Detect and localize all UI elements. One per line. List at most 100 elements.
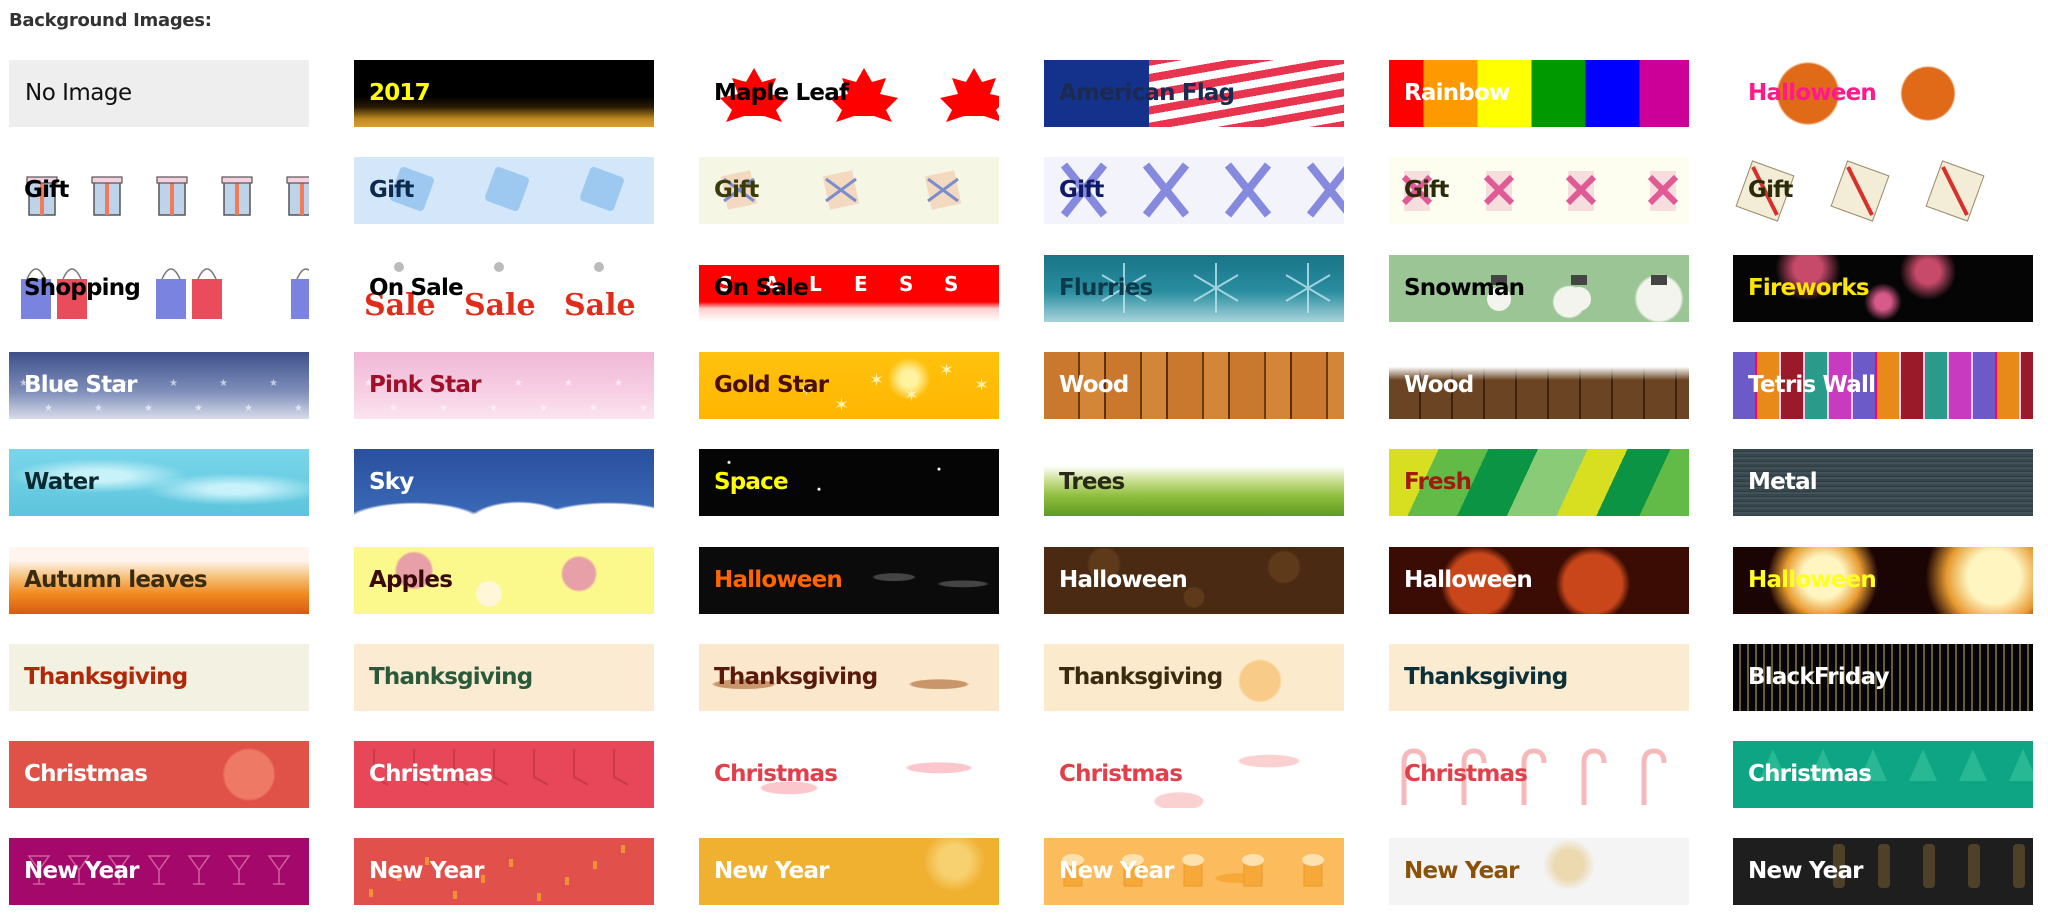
background-option-blackfriday[interactable]: BlackFriday <box>1733 644 2033 711</box>
background-option-label: Rainbow <box>1404 80 1510 106</box>
background-option-label: Gift <box>24 177 69 203</box>
background-option-label: Thanksgiving <box>1404 664 1568 690</box>
background-option-gift[interactable]: Gift <box>354 157 654 224</box>
background-option-snowman[interactable]: Snowman <box>1389 255 1689 322</box>
background-option-label: Water <box>24 469 99 495</box>
background-option-new-year[interactable]: New Year <box>1733 838 2033 905</box>
background-option-halloween[interactable]: Halloween <box>699 547 999 614</box>
background-option-label: Gold Star <box>714 372 829 398</box>
background-option-label: Blue Star <box>24 372 137 398</box>
background-option-label: Halloween <box>1059 567 1188 593</box>
background-option-label: New Year <box>714 858 830 884</box>
background-option-label: Thanksgiving <box>1059 664 1223 690</box>
background-option-on-sale[interactable]: Sale Sale Sale On Sale <box>354 255 654 322</box>
background-option-2017[interactable]: 2017 <box>354 60 654 127</box>
background-option-thanksgiving[interactable]: Thanksgiving <box>354 644 654 711</box>
background-option-trees[interactable]: Trees <box>1044 449 1344 516</box>
background-option-fresh[interactable]: Fresh <box>1389 449 1689 516</box>
background-option-halloween[interactable]: Halloween <box>1733 547 2033 614</box>
background-option-label: Thanksgiving <box>24 664 188 690</box>
background-option-thanksgiving[interactable]: Thanksgiving <box>9 644 309 711</box>
background-option-sky[interactable]: Sky <box>354 449 654 516</box>
background-option-label: Halloween <box>714 567 843 593</box>
background-option-label: Fresh <box>1404 469 1472 495</box>
background-option-label: Metal <box>1748 469 1818 495</box>
background-option-label: Snowman <box>1404 275 1525 301</box>
background-option-label: On Sale <box>369 275 464 301</box>
background-option-wood[interactable]: Wood <box>1044 352 1344 419</box>
background-option-label: Shopping <box>24 275 141 301</box>
background-option-christmas[interactable]: Christmas <box>9 741 309 808</box>
background-option-thanksgiving[interactable]: Thanksgiving <box>1389 644 1689 711</box>
background-option-label: Flurries <box>1059 275 1153 301</box>
background-option-flurries[interactable]: Flurries <box>1044 255 1344 322</box>
background-option-label: Fireworks <box>1748 275 1870 301</box>
background-option-label: Wood <box>1404 372 1474 398</box>
background-option-tetris-wall[interactable]: Tetris Wall <box>1733 352 2033 419</box>
background-option-label: Halloween <box>1748 80 1877 106</box>
background-option-label: Halloween <box>1404 567 1533 593</box>
background-option-label: Christmas <box>1404 761 1528 787</box>
background-option-water[interactable]: Water <box>9 449 309 516</box>
background-option-apples[interactable]: Apples <box>354 547 654 614</box>
background-option-label: Space <box>714 469 789 495</box>
background-option-thanksgiving[interactable]: Thanksgiving <box>1044 644 1344 711</box>
background-option-rainbow[interactable]: Rainbow <box>1389 60 1689 127</box>
background-option-american-flag[interactable]: American Flag <box>1044 60 1344 127</box>
background-option-label: Gift <box>714 177 759 203</box>
background-option-christmas[interactable]: Christmas <box>1733 741 2033 808</box>
background-option-gold-star[interactable]: ✶ ✶ ✶ ✶ ✶ ✶ Gold Star <box>699 352 999 419</box>
background-option-no-image[interactable]: No Image <box>9 60 309 127</box>
background-option-label: No Image <box>25 80 132 106</box>
background-option-christmas[interactable]: Christmas <box>1389 741 1689 808</box>
background-option-label: Christmas <box>1059 761 1183 787</box>
background-option-gift[interactable]: Gift <box>9 157 309 224</box>
background-option-halloween[interactable]: Halloween <box>1044 547 1344 614</box>
background-option-label: Gift <box>369 177 414 203</box>
background-option-new-year[interactable]: New Year <box>1044 838 1344 905</box>
background-option-new-year[interactable]: New Year <box>9 838 309 905</box>
background-option-metal[interactable]: Metal <box>1733 449 2033 516</box>
background-option-label: American Flag <box>1059 80 1235 106</box>
background-image-grid: No Image 2017 Maple Leaf American Flag Rainb… <box>0 0 2048 914</box>
background-option-gift[interactable]: Gift <box>1733 157 2033 224</box>
background-option-wood[interactable]: Wood <box>1389 352 1689 419</box>
background-option-christmas[interactable]: Christmas <box>354 741 654 808</box>
background-option-halloween[interactable]: Halloween <box>1389 547 1689 614</box>
background-option-shopping[interactable]: Shopping <box>9 255 309 322</box>
background-option-label: BlackFriday <box>1748 664 1890 690</box>
background-option-label: Wood <box>1059 372 1129 398</box>
background-option-space[interactable]: Space <box>699 449 999 516</box>
background-option-label: Christmas <box>369 761 493 787</box>
background-option-blue-star[interactable]: ★ ★ ★ ★ ★ ★ ★ ★ ★ ★ ★ ★ Blue Star <box>9 352 309 419</box>
background-option-label: Thanksgiving <box>369 664 533 690</box>
background-option-on-sale[interactable]: S A L E S S On Sale <box>699 255 999 322</box>
background-option-label: New Year <box>1059 858 1175 884</box>
background-option-label: Trees <box>1059 469 1125 495</box>
background-option-gift[interactable]: Gift <box>699 157 999 224</box>
background-option-halloween[interactable]: Halloween <box>1733 60 2033 127</box>
background-option-new-year[interactable]: New Year <box>699 838 999 905</box>
background-option-autumn-leaves[interactable]: Autumn leaves <box>9 547 309 614</box>
background-option-label: New Year <box>1404 858 1520 884</box>
background-option-label: Gift <box>1748 177 1793 203</box>
background-option-fireworks[interactable]: Fireworks <box>1733 255 2033 322</box>
background-option-label: Maple Leaf <box>714 80 849 106</box>
background-option-pink-star[interactable]: ★ ★ ★ ★ ★ ★ ★ ★ ★ ★ ★ ★ Pink Star <box>354 352 654 419</box>
background-option-label: Christmas <box>24 761 148 787</box>
background-option-label: Thanksgiving <box>714 664 878 690</box>
background-option-new-year[interactable]: New Year <box>354 838 654 905</box>
background-option-thanksgiving[interactable]: Thanksgiving <box>699 644 999 711</box>
background-option-christmas[interactable]: Christmas <box>699 741 999 808</box>
background-option-label: Gift <box>1059 177 1104 203</box>
background-option-label: Christmas <box>1748 761 1872 787</box>
background-option-gift[interactable]: Gift <box>1389 157 1689 224</box>
background-option-label: Gift <box>1404 177 1449 203</box>
background-option-label: New Year <box>24 858 140 884</box>
background-option-label: Christmas <box>714 761 838 787</box>
background-option-christmas[interactable]: Christmas <box>1044 741 1344 808</box>
background-option-label: On Sale <box>714 275 809 301</box>
background-option-maple-leaf[interactable]: Maple Leaf <box>699 60 999 127</box>
background-option-new-year[interactable]: New Year <box>1389 838 1689 905</box>
background-option-gift[interactable]: Gift <box>1044 157 1344 224</box>
